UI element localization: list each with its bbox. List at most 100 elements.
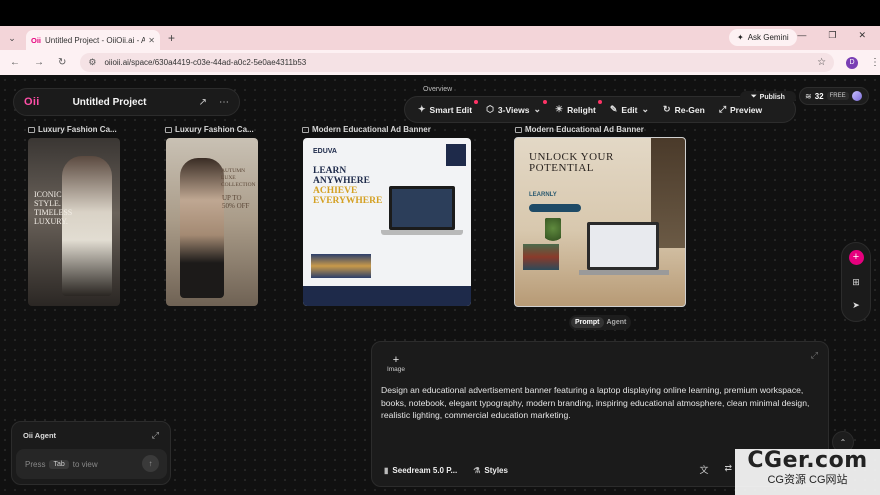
restore-icon[interactable]: ❐ (828, 30, 836, 41)
translate-icon[interactable]: 文 (699, 463, 708, 476)
new-dot (542, 100, 547, 104)
three-views-button[interactable]: ⬡ 3-Views ⌄ (481, 100, 547, 115)
agent-hint-press: Press (25, 459, 46, 469)
user-avatar[interactable] (851, 91, 862, 101)
send-arrow-icon[interactable]: ↑ (142, 455, 159, 472)
tier-badge: FREE (826, 92, 849, 100)
oii-logo[interactable]: Oii (24, 96, 40, 108)
bulb-icon: ☀ (554, 104, 564, 114)
expand-panel-icon[interactable]: ⤢ (811, 350, 818, 361)
close-tab-icon[interactable]: ✕ (148, 36, 155, 45)
laptop-base (381, 230, 463, 235)
pointer-icon[interactable]: ➤ (852, 300, 860, 311)
overview-label: Overview (423, 86, 453, 93)
tab-search-icon[interactable]: ⌄ (4, 30, 20, 46)
canvas[interactable]: Oii Untitled Project ↗ ⋯ Overview ✦ Smart… (0, 75, 880, 495)
watermark-main: CGer.com (747, 448, 868, 473)
watermark-sub: CG资源 CG网站 (767, 474, 848, 486)
image-icon (28, 126, 35, 133)
styles-icon: ⚗ (473, 466, 481, 475)
credit-count: 32 (814, 91, 824, 101)
tab-key-hint: Tab (49, 459, 69, 469)
prompt-actions: 文 ⇄ (699, 463, 732, 476)
new-tab-button[interactable]: + (168, 31, 175, 45)
window-controls: — ❐ ✕ (797, 30, 866, 41)
card-headline: LEARN ANYWHERE ACHIEVE EVERYWHERE (313, 166, 383, 206)
url-field[interactable]: ⚙ oiioii.ai/space/630a4419-c03e-44ad-a0c… (80, 53, 835, 72)
prompt-options: ▮ Seedream 5.0 P... ⚗ Styles (384, 466, 508, 475)
profile-avatar[interactable]: D (846, 56, 858, 69)
project-title[interactable]: Untitled Project (73, 97, 187, 108)
grid-add-icon[interactable]: ⊞ (852, 277, 860, 288)
add-node-button[interactable]: + (848, 250, 864, 265)
image-card[interactable]: ICONIC STYLE. TIMELESS LUXURY. (28, 138, 120, 306)
regen-button[interactable]: ↻ Re-Gen (658, 104, 710, 115)
reload-icon[interactable]: ↻ (58, 57, 66, 68)
new-dot (597, 100, 602, 104)
image-card-selected[interactable]: UNLOCK YOUR POTENTIAL LEARNLY (514, 137, 686, 307)
pen-icon: ✎ (609, 104, 618, 114)
close-window-icon[interactable]: ✕ (858, 30, 866, 41)
chevron-down-icon: ⌄ (641, 104, 650, 114)
card-label: Luxury Fashion Ca... (28, 125, 117, 134)
card-brand: EDUVA (313, 148, 337, 155)
laptop-illustration (389, 186, 455, 230)
card-brand: LEARNLY (529, 192, 557, 198)
model-figure (62, 156, 112, 296)
site-info-icon[interactable]: ⚙ (88, 57, 96, 68)
chevron-down-icon: ⌄ (533, 104, 541, 114)
card-headline: ICONIC STYLE. TIMELESS LUXURY. (34, 190, 73, 226)
gemini-icon: ✦ (737, 33, 744, 42)
back-icon[interactable]: ← (10, 57, 20, 68)
ask-gemini-button[interactable]: ✦ Ask Gemini (729, 29, 797, 46)
minimize-icon[interactable]: — (797, 30, 806, 41)
credits-badge[interactable]: ≋ 32 FREE (799, 87, 869, 105)
agent-panel: Oii Agent ⤢ Press Tab to view ↑ (11, 421, 171, 485)
browser-menu-icon[interactable]: ⋮ (870, 57, 880, 68)
layers-icon: ≋ (805, 91, 812, 101)
styles-button[interactable]: ⚗ Styles (473, 466, 508, 475)
sparkle-icon: ✦ (418, 104, 426, 114)
refresh-icon: ↻ (663, 104, 671, 114)
settings-toggle-icon[interactable]: ⇄ (724, 463, 732, 476)
image-icon (515, 126, 522, 133)
tab-bar: ⌄ Oii Untitled Project - OiiOii.ai - AI … (0, 26, 880, 50)
smart-edit-button[interactable]: ✦ Smart Edit (413, 100, 479, 115)
publish-icon: ⏷ (751, 93, 757, 100)
edit-button[interactable]: ✎ Edit ⌄ (605, 104, 654, 115)
publish-button[interactable]: ⏷ Publish (740, 91, 796, 103)
bookmark-star-icon[interactable]: ☆ (817, 57, 826, 68)
plant-illustration (545, 218, 561, 244)
prompt-textarea[interactable]: Design an educational advertisement bann… (381, 384, 823, 422)
model-selector[interactable]: ▮ Seedream 5.0 P... (384, 466, 457, 475)
share-icon[interactable]: ↗ (199, 97, 207, 108)
image-icon (165, 126, 172, 133)
expand-agent-icon[interactable]: ⤢ (152, 430, 159, 441)
books-illustration (311, 254, 371, 278)
agent-input[interactable]: Press Tab to view ↑ (16, 449, 167, 479)
image-card[interactable]: EDUVA LEARN ANYWHERE ACHIEVE EVERYWHERE (303, 138, 471, 306)
forward-icon[interactable]: → (34, 57, 44, 68)
cube-icon: ⬡ (486, 104, 494, 114)
expand-icon: ⤢ (718, 104, 727, 114)
card-headline: UNLOCK YOUR POTENTIAL (529, 151, 614, 174)
add-image-button[interactable]: + Image (384, 355, 408, 377)
card-label: Luxury Fashion Ca... (165, 125, 254, 134)
more-icon[interactable]: ⋯ (219, 97, 229, 108)
prompt-mode-tab[interactable]: Prompt (571, 317, 604, 328)
new-dot (474, 100, 479, 104)
image-card[interactable]: AUTUMN LUXE COLLECTION UP TO 50% OFF (166, 138, 258, 306)
browser-top-strip (0, 0, 880, 26)
project-header: Oii Untitled Project ↗ ⋯ (13, 88, 240, 116)
card-cta (529, 204, 581, 212)
preview-button[interactable]: ⤢ Preview (714, 104, 767, 115)
url-text: oiioii.ai/space/630a4419-c03e-44ad-a0c2-… (104, 58, 307, 67)
agent-mode-tab[interactable]: Agent (604, 317, 630, 328)
image-toolbar: ✦ Smart Edit ⬡ 3-Views ⌄ ☀ Relight ✎ Edit ⌄ ↻ R… (404, 96, 796, 123)
plus-icon: + (392, 354, 400, 366)
tab-active[interactable]: Oii Untitled Project - OiiOii.ai - AI A … (26, 30, 160, 50)
model-figure (180, 158, 224, 298)
relight-button[interactable]: ☀ Relight (550, 100, 602, 115)
right-tool-rail: + ⊞ ➤ (841, 242, 871, 322)
address-bar-row: ← → ↻ ⚙ oiioii.ai/space/630a4419-c03e-44… (0, 50, 880, 75)
